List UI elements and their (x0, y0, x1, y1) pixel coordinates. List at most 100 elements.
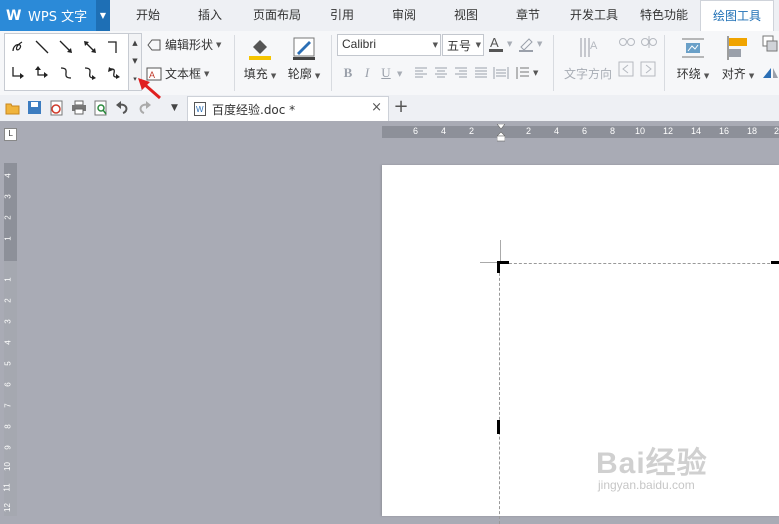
app-menu-dropdown-icon[interactable]: ▼ (96, 0, 110, 31)
italic-button[interactable]: I (359, 65, 375, 81)
tab-references[interactable]: 引用 (320, 0, 364, 31)
underline-button[interactable]: U (378, 65, 394, 81)
ribbon-divider (234, 35, 235, 91)
wps-app-button[interactable]: W WPS 文字 ▼ (0, 0, 110, 31)
line-spacing-icon (516, 67, 529, 79)
wps-logo-icon: W (6, 7, 22, 24)
link-textbox-icon[interactable] (618, 35, 636, 52)
ruler-tick: 7 (3, 403, 13, 408)
outline-label: 轮廓 (287, 67, 312, 81)
chevron-down-icon: ▼ (270, 72, 277, 80)
gallery-scroll-down-icon[interactable]: ▼ (129, 52, 141, 70)
print-icon[interactable] (70, 99, 87, 116)
ruler-tick: 2 (3, 298, 13, 303)
unlink-textbox-icon[interactable] (640, 35, 658, 52)
font-size-select[interactable]: 五号 ▼ (442, 34, 484, 56)
ruler-tick: 1 (3, 277, 13, 282)
ruler-tick: 11 (2, 483, 12, 492)
watermark-text: Bai经验 (596, 447, 708, 480)
tab-stop-selector[interactable]: L (4, 128, 17, 141)
redo-icon[interactable] (136, 99, 153, 116)
align-center-icon[interactable] (434, 67, 448, 82)
double-arrow-shape-icon[interactable] (79, 36, 101, 58)
tab-page-layout[interactable]: 页面布局 (246, 0, 308, 31)
ruler-tick: 3 (3, 194, 13, 199)
arrow-shape-icon[interactable] (55, 36, 77, 58)
align-objects-button[interactable]: 对齐 ▼ (716, 31, 760, 89)
edit-shape-label: 编辑形状 (165, 38, 214, 52)
quick-access-toolbar: ▼ (0, 95, 779, 122)
chevron-down-icon: ▼ (314, 72, 321, 80)
new-tab-button[interactable]: + (392, 98, 410, 116)
print-preview-icon[interactable] (92, 99, 109, 116)
highlight-color-button[interactable]: ▼ (518, 34, 546, 54)
align-label: 对齐 (721, 67, 746, 81)
chevron-down-icon[interactable]: ▼ (166, 99, 183, 116)
ruler-tick: 6 (3, 382, 13, 387)
annotation-arrow-icon (138, 78, 161, 100)
ruler-tick: 10 (2, 462, 12, 471)
bold-button[interactable]: B (340, 65, 356, 81)
horizontal-ruler[interactable]: 6 4 2 2 4 6 8 10 12 14 16 18 2 (382, 126, 779, 138)
word-document-icon: W (194, 102, 206, 116)
ruler-tick: 6 (413, 126, 419, 136)
font-size-value: 五号 (447, 39, 472, 53)
text-cursor (497, 420, 500, 434)
outline-button[interactable]: 轮廓 ▼ (282, 31, 326, 89)
pdf-icon[interactable] (48, 99, 65, 116)
close-icon[interactable]: × (371, 100, 382, 115)
ruler-tick: 5 (3, 361, 13, 366)
curved-arrow-connector-icon[interactable] (79, 62, 101, 84)
ruler-tick: 6 (582, 126, 588, 136)
ruler-tick: 8 (610, 126, 616, 136)
align-left-icon[interactable] (414, 67, 428, 82)
svg-text:A: A (490, 35, 499, 50)
font-name-select[interactable]: Calibri ▼ (337, 34, 441, 56)
edit-shape-button[interactable]: 编辑形状 ▼ (146, 36, 221, 53)
tab-drawing-tools[interactable]: 绘图工具 (700, 0, 774, 32)
curved-connector-icon[interactable] (55, 62, 77, 84)
chevron-down-icon: ▼ (507, 40, 513, 48)
tab-view[interactable]: 视图 (444, 0, 488, 31)
tab-home[interactable]: 开始 (124, 0, 172, 31)
undo-icon[interactable] (114, 99, 131, 116)
ruler-tick: 10 (635, 126, 646, 136)
chevron-down-icon: ▼ (537, 40, 543, 48)
tab-section[interactable]: 章节 (506, 0, 550, 31)
watermark-url: jingyan.baidu.com (598, 478, 695, 492)
line-shape-icon[interactable] (31, 36, 53, 58)
align-right-icon[interactable] (454, 67, 468, 82)
freeform-scribble-icon[interactable] (7, 36, 29, 58)
justify-icon[interactable] (474, 67, 488, 82)
indent-marker-icon[interactable] (497, 124, 505, 142)
next-textbox-icon[interactable] (640, 61, 656, 80)
bring-forward-icon[interactable] (762, 35, 779, 56)
wrap-text-button[interactable]: 环绕 ▼ (670, 31, 716, 89)
ruler-tick: 4 (3, 340, 13, 345)
folder-open-icon[interactable] (4, 99, 21, 116)
elbow-arrow-connector-icon[interactable] (7, 62, 29, 84)
previous-textbox-icon[interactable] (618, 61, 634, 80)
wrap-text-icon (682, 38, 704, 58)
document-tab[interactable]: W 百度经验.doc * × (187, 96, 389, 122)
ruler-tick: 16 (719, 126, 730, 136)
rotate-icon[interactable] (762, 65, 779, 82)
text-direction-button[interactable]: A 文字方向 (560, 31, 616, 89)
line-spacing-button[interactable]: ▼ (514, 66, 538, 80)
elbow-connector-icon[interactable] (103, 36, 125, 58)
curved-double-arrow-connector-icon[interactable] (103, 62, 125, 84)
gallery-scroll-up-icon[interactable]: ▲ (129, 34, 141, 52)
elbow-double-arrow-connector-icon[interactable] (31, 62, 53, 84)
distribute-icon[interactable] (493, 66, 509, 83)
wrap-label: 环绕 (676, 67, 701, 81)
fill-button[interactable]: 填充 ▼ (238, 31, 282, 89)
ruler-tick: 4 (3, 173, 13, 178)
tab-review[interactable]: 审阅 (382, 0, 426, 31)
font-color-button[interactable]: A ▼ (488, 34, 516, 54)
app-title: WPS 文字 (28, 10, 88, 25)
save-icon[interactable] (26, 99, 43, 116)
ribbon-divider (331, 35, 332, 91)
tab-insert[interactable]: 插入 (186, 0, 234, 31)
tab-developer[interactable]: 开发工具 (564, 0, 624, 31)
tab-special-features[interactable]: 特色功能 (634, 0, 694, 31)
